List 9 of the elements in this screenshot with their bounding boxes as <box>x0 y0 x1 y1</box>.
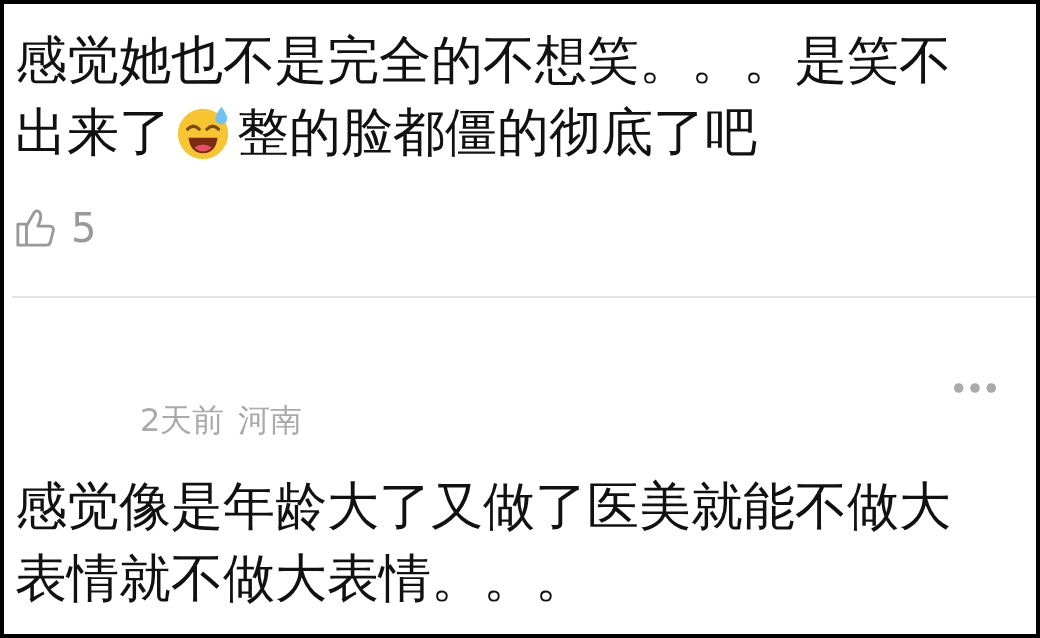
comment-location: 河南 <box>238 400 303 440</box>
thumbs-up-icon[interactable] <box>15 207 57 249</box>
comment-text: 整的脸都僵的彻底了吧 <box>237 101 757 164</box>
more-icon[interactable] <box>953 382 997 394</box>
comment-text: 感觉像是年龄大了又做了医美就能不做大表情就不做大表情。。。 <box>15 476 951 608</box>
comment-time: 2天前 <box>140 400 225 440</box>
like-count: 5 <box>71 205 97 251</box>
comment-text: 感觉她也不是完全的不想笑。。。是笑不 <box>15 30 951 90</box>
comment-text: 出来了 <box>15 101 171 164</box>
